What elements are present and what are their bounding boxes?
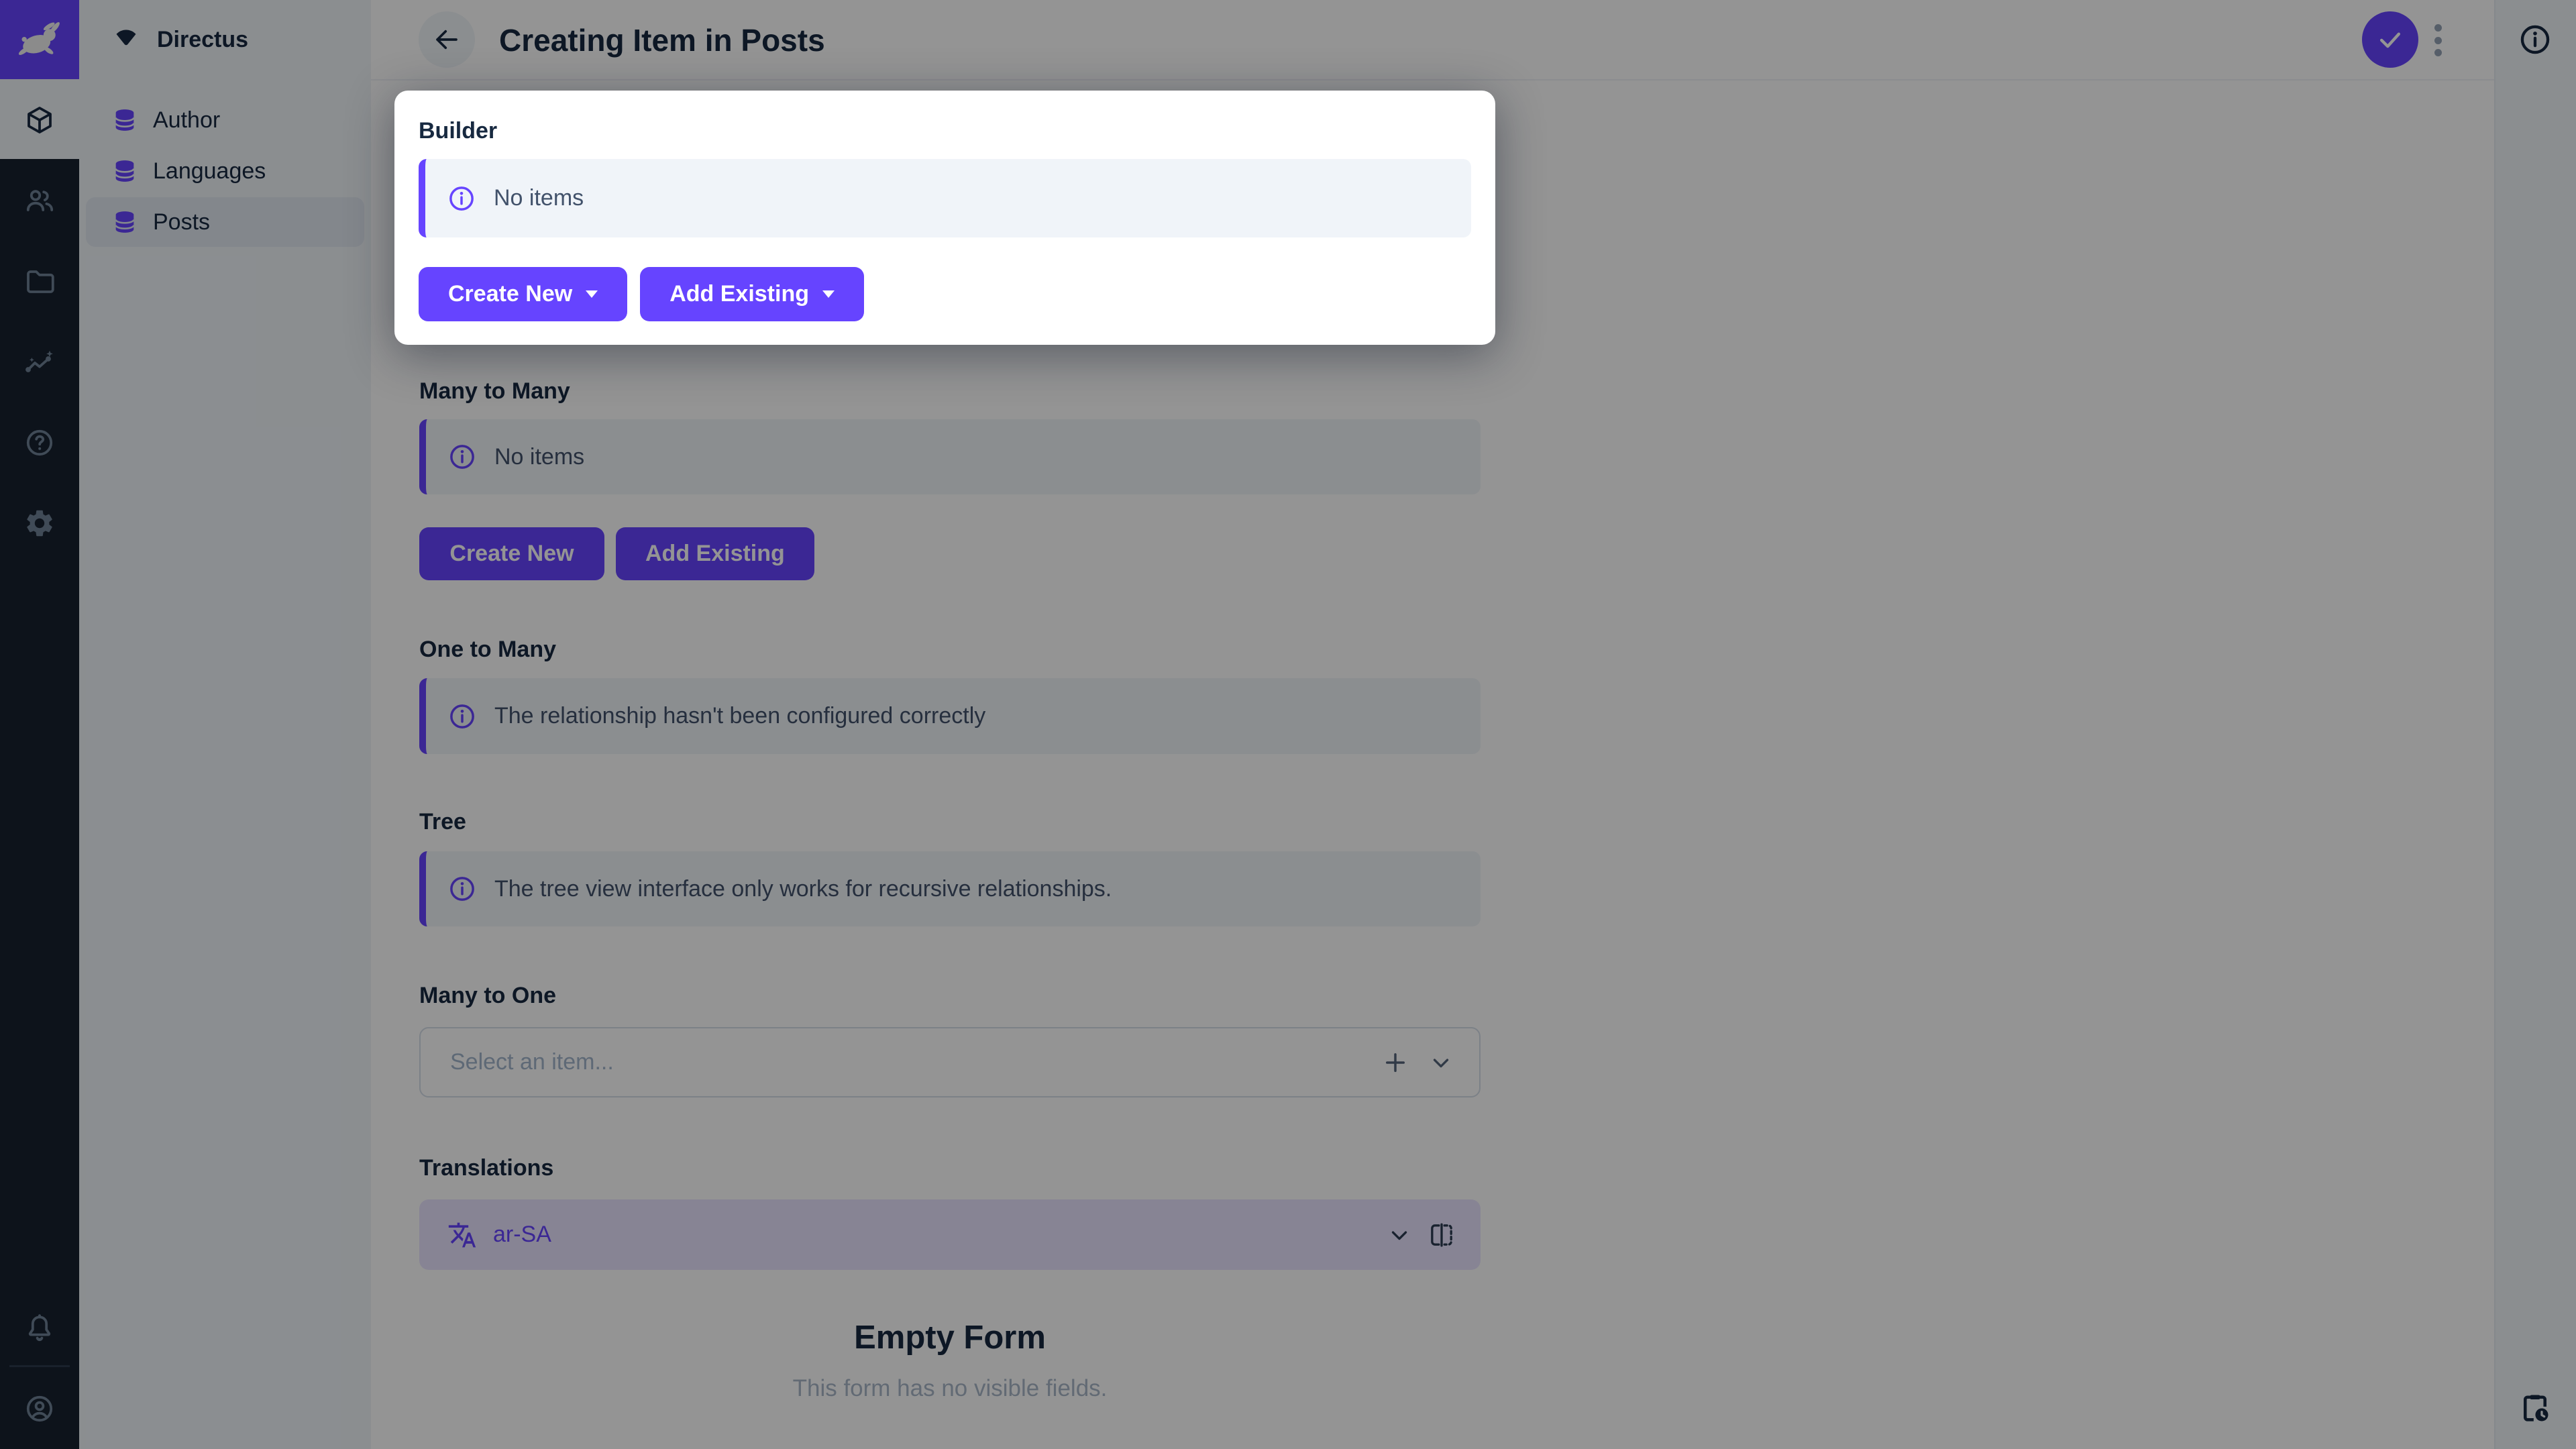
builder-create-new-button[interactable]: Create New <box>419 267 627 321</box>
notice-builder: No items <box>419 159 1471 237</box>
caret-down-icon <box>586 290 598 298</box>
builder-drawer-card: Builder No items Create New Add Existing <box>394 91 1495 345</box>
directus-app: Directus Author Languages Posts <box>0 0 2576 1449</box>
builder-add-existing-button[interactable]: Add Existing <box>640 267 864 321</box>
button-label: Add Existing <box>669 281 809 307</box>
caret-down-icon <box>822 290 835 298</box>
builder-buttons-row: Create New Add Existing <box>419 267 1471 321</box>
notice-text: No items <box>494 185 584 211</box>
info-circle-icon <box>447 184 476 213</box>
field-label-builder: Builder <box>419 117 1471 144</box>
button-label: Create New <box>448 281 572 307</box>
